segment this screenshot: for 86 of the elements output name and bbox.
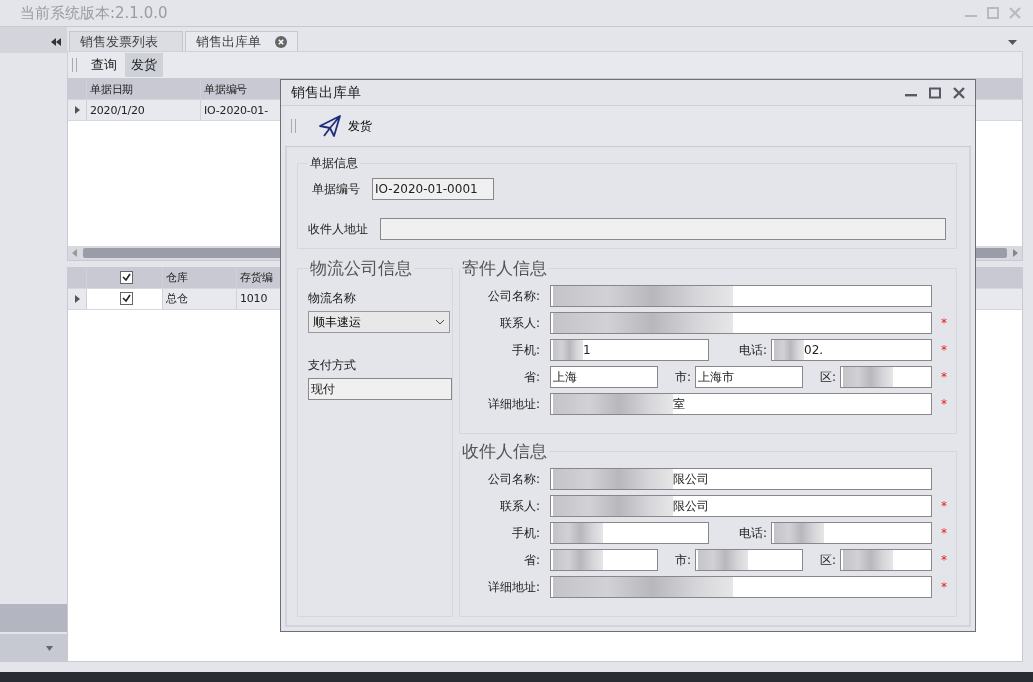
row-pointer-icon <box>74 294 80 303</box>
field-label: 手机: <box>510 341 541 359</box>
input-field[interactable] <box>840 549 932 571</box>
maximize-icon[interactable] <box>929 86 941 99</box>
row-pointer-icon <box>74 106 80 114</box>
input-field[interactable]: 现付 <box>308 378 452 400</box>
field-label: 区: <box>818 551 837 569</box>
section-legend: 物流公司信息 <box>308 257 414 280</box>
paper-plane-icon <box>318 114 342 138</box>
required-mark: * <box>940 553 948 567</box>
checkbox[interactable] <box>119 271 133 285</box>
check-icon <box>121 294 131 304</box>
input-field[interactable]: 上海市 <box>695 366 803 388</box>
field-label: 市: <box>673 368 692 386</box>
redaction-blur <box>843 550 893 570</box>
redaction-blur <box>843 367 893 387</box>
app-title: 当前系统版本:2.1.0.0 <box>20 3 169 23</box>
required-mark: * <box>940 316 948 330</box>
field-label: 电话: <box>737 524 768 542</box>
input-field[interactable] <box>550 576 932 598</box>
section-legend: 寄件人信息 <box>460 257 549 280</box>
field-label: 市: <box>673 551 692 569</box>
field-label: 省: <box>522 551 541 569</box>
input-field[interactable] <box>840 366 932 388</box>
input-field[interactable]: IO-2020-01-0001 <box>372 178 494 200</box>
required-mark: * <box>940 370 948 384</box>
input-field[interactable] <box>550 312 932 334</box>
caret-icon <box>46 645 53 651</box>
close-icon[interactable] <box>275 35 287 48</box>
column-header[interactable]: 单据日期 <box>87 79 201 99</box>
dropdown-icon[interactable] <box>1008 40 1017 45</box>
input-field[interactable] <box>550 549 658 571</box>
close-icon[interactable] <box>953 86 965 99</box>
field-label: 支付方式 <box>308 357 357 374</box>
required-mark: * <box>940 526 948 540</box>
field-label: 联系人: <box>498 314 541 332</box>
field-label: 公司名称: <box>486 287 541 305</box>
input-field[interactable] <box>380 218 946 240</box>
input-field[interactable]: 限公司 <box>550 468 932 490</box>
required-mark: * <box>940 343 948 357</box>
scroll-right-icon[interactable] <box>1013 248 1018 257</box>
checkbox[interactable] <box>119 292 133 306</box>
input-field[interactable] <box>550 522 709 544</box>
carrier-select[interactable]: 顺丰速运 <box>308 311 450 333</box>
toolbar-button[interactable]: 查询 <box>85 53 123 77</box>
field-label: 单据编号 <box>312 180 360 198</box>
tab[interactable]: 销售发票列表 <box>69 31 183 51</box>
table-cell: 2020/1/20 <box>87 100 201 120</box>
table-cell: 总仓 <box>163 288 237 309</box>
redaction-blur <box>774 340 804 360</box>
input-field[interactable]: 1 <box>550 339 709 361</box>
field-label: 详细地址: <box>486 578 541 596</box>
dialog-title: 销售出库单 <box>291 83 362 102</box>
field-label: 收件人地址 <box>308 220 368 238</box>
field-label: 公司名称: <box>486 470 541 488</box>
check-icon <box>121 273 131 283</box>
field-label: 省: <box>522 368 541 386</box>
redaction-blur <box>553 340 583 360</box>
redaction-blur <box>774 523 824 543</box>
input-field[interactable]: 上海 <box>550 366 658 388</box>
input-field[interactable] <box>695 549 803 571</box>
collapse-icon[interactable] <box>51 38 61 46</box>
input-field[interactable]: 02. <box>771 339 932 361</box>
scroll-left-icon[interactable] <box>72 248 77 257</box>
redaction-blur <box>698 550 748 570</box>
toolbar-button[interactable]: 发货 <box>125 53 163 77</box>
input-field[interactable] <box>771 522 932 544</box>
redaction-blur <box>553 523 603 543</box>
input-field[interactable] <box>550 285 932 307</box>
section-legend: 收件人信息 <box>460 440 549 463</box>
required-mark: * <box>940 397 948 411</box>
field-label: 详细地址: <box>486 395 541 413</box>
input-field[interactable]: 限公司 <box>550 495 932 517</box>
section-legend: 单据信息 <box>308 155 360 172</box>
field-label: 手机: <box>510 524 541 542</box>
input-field[interactable]: 室 <box>550 393 932 415</box>
field-label: 物流名称 <box>308 290 357 307</box>
required-mark: * <box>940 499 948 513</box>
field-label: 区: <box>818 368 837 386</box>
redaction-blur <box>553 550 603 570</box>
field-label: 联系人: <box>498 497 541 515</box>
column-header[interactable]: 仓库 <box>163 267 237 288</box>
tab[interactable]: 销售出库单 <box>185 31 298 51</box>
chevron-down-icon <box>435 319 445 325</box>
required-mark: * <box>940 580 948 594</box>
field-label: 电话: <box>737 341 768 359</box>
